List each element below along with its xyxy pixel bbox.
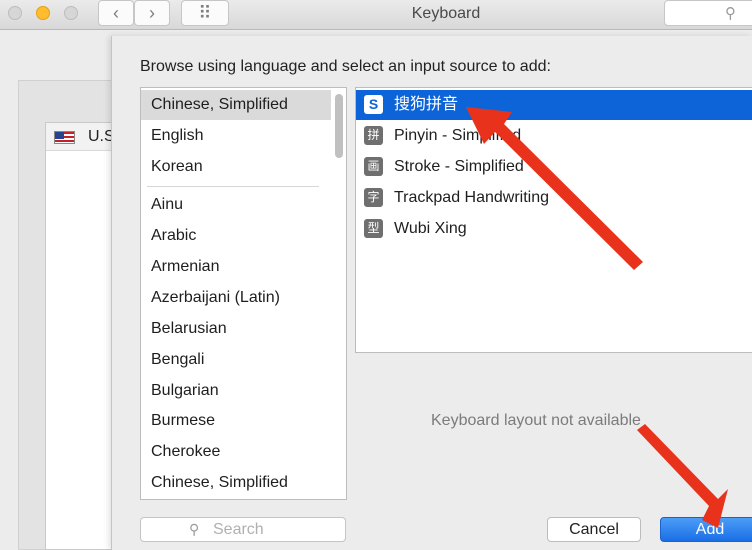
input-source-option-label: Wubi Xing [394,220,467,237]
search-icon: ⚲ [189,521,200,537]
language-search-input[interactable]: ⚲ Search [140,517,346,542]
sheet-prompt: Browse using language and select an inpu… [140,58,551,75]
title-bar: ‹ › ⠿ Keyboard ⚲ [0,0,752,30]
pinyin-icon: 拼 [364,126,383,145]
input-source-option-label: Trackpad Handwriting [394,189,550,206]
handwriting-icon: 字 [364,188,383,207]
language-list[interactable]: Chinese, Simplified English Korean Ainu … [140,87,347,500]
input-source-option-wubi[interactable]: 型 Wubi Xing [356,214,752,244]
language-item-chinese-simplified[interactable]: Chinese, Simplified [141,90,331,120]
language-item[interactable]: Azerbaijani (Latin) [141,283,331,313]
input-source-option-label: 搜狗拼音 [394,96,459,113]
language-list-scrollbar[interactable] [335,94,343,158]
language-item[interactable]: Burmese [141,406,331,436]
wubi-icon: 型 [364,219,383,238]
input-source-option-sogou[interactable]: S 搜狗拼音 [356,90,752,120]
language-item[interactable]: Bengali [141,345,331,375]
language-item[interactable]: Armenian [141,252,331,282]
preferences-search-field[interactable]: ⚲ [664,0,752,26]
input-source-option-stroke[interactable]: 画 Stroke - Simplified [356,152,752,182]
input-source-option-label: Stroke - Simplified [394,158,524,175]
language-item[interactable]: Bulgarian [141,376,331,406]
input-source-option-trackpad[interactable]: 字 Trackpad Handwriting [356,183,752,213]
window-title: Keyboard [411,5,481,22]
language-item[interactable]: Chinese, Simplified [141,468,331,498]
sogou-icon: S [364,95,383,114]
us-flag-icon [54,131,75,144]
language-item[interactable]: Belarusian [141,314,331,344]
language-item[interactable]: Arabic [141,221,331,251]
cancel-button[interactable]: Cancel [547,517,641,542]
list-divider [147,186,319,187]
search-placeholder: Search [213,521,264,538]
language-item[interactable]: Cherokee [141,437,331,467]
input-source-options-list[interactable]: S 搜狗拼音 拼 Pinyin - Simplified 画 Stroke - … [355,87,752,353]
stroke-icon: 画 [364,157,383,176]
language-item-korean[interactable]: Korean [141,152,331,182]
language-item-english[interactable]: English [141,121,331,151]
input-source-option-pinyin[interactable]: 拼 Pinyin - Simplified [356,121,752,151]
keyboard-layout-message: Keyboard layout not available [431,412,641,429]
add-input-source-sheet: Browse using language and select an inpu… [111,36,752,550]
add-button[interactable]: Add [660,517,752,542]
language-item[interactable]: Ainu [141,190,331,220]
search-icon: ⚲ [725,5,736,22]
input-source-option-label: Pinyin - Simplified [394,127,522,144]
